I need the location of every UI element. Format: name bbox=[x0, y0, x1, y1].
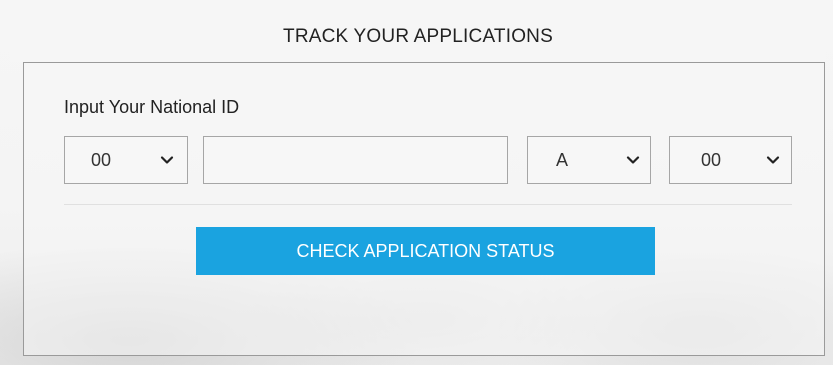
region-select[interactable]: 00 bbox=[64, 136, 188, 184]
letter-select-value: A bbox=[556, 150, 569, 170]
page-title: TRACK YOUR APPLICATIONS bbox=[283, 26, 553, 47]
suffix-select[interactable]: 00 bbox=[669, 136, 792, 184]
region-select-value: 00 bbox=[91, 150, 112, 170]
chevron-down-icon bbox=[160, 156, 174, 164]
chevron-down-icon bbox=[766, 156, 780, 164]
national-id-number-input[interactable] bbox=[203, 136, 508, 184]
chevron-down-icon bbox=[626, 156, 640, 164]
form-divider bbox=[64, 204, 792, 205]
suffix-select-value: 00 bbox=[701, 150, 722, 170]
check-application-status-button[interactable]: CHECK APPLICATION STATUS bbox=[196, 227, 655, 275]
letter-select[interactable]: A bbox=[527, 136, 651, 184]
national-id-label: Input Your National ID bbox=[64, 97, 240, 117]
